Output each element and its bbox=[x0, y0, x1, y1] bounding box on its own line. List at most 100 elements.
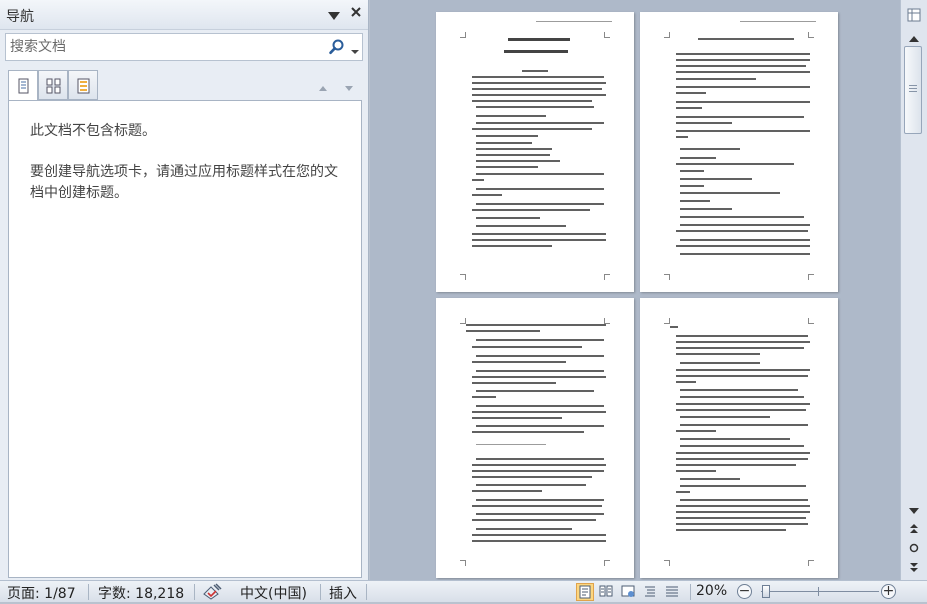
text-line bbox=[476, 484, 586, 486]
triangle-down-icon bbox=[328, 12, 340, 20]
text-line bbox=[676, 86, 810, 88]
grip-line bbox=[909, 91, 917, 92]
formula-line bbox=[476, 444, 546, 445]
text-line bbox=[680, 216, 804, 218]
text-line bbox=[676, 517, 806, 519]
section-heading-line bbox=[698, 38, 794, 40]
text-line bbox=[476, 225, 566, 227]
pane-options-button[interactable] bbox=[326, 8, 342, 22]
zoom-slider-thumb[interactable] bbox=[762, 585, 770, 598]
search-box bbox=[5, 33, 363, 61]
text-line bbox=[472, 476, 592, 478]
document-page[interactable] bbox=[640, 12, 838, 292]
text-line bbox=[472, 382, 556, 384]
web-layout-view-button[interactable] bbox=[620, 583, 638, 601]
text-line bbox=[472, 470, 604, 472]
grip-line bbox=[909, 85, 917, 86]
section-heading-line bbox=[522, 70, 548, 72]
text-line bbox=[676, 452, 810, 454]
zoom-level-button[interactable]: 20% bbox=[696, 583, 727, 599]
text-line bbox=[676, 458, 808, 460]
text-line bbox=[476, 203, 604, 205]
crop-mark bbox=[664, 560, 670, 566]
scroll-down-button[interactable] bbox=[905, 502, 923, 520]
view-ruler-button[interactable] bbox=[905, 6, 923, 24]
vertical-scrollbar[interactable] bbox=[900, 0, 927, 580]
tab-browse-headings[interactable] bbox=[8, 70, 38, 101]
text-line bbox=[680, 438, 790, 440]
print-layout-icon bbox=[579, 585, 591, 599]
page-number-indicator[interactable]: 页面: 1/87 bbox=[7, 583, 76, 603]
text-line bbox=[476, 166, 538, 168]
crop-mark bbox=[460, 274, 466, 280]
crop-mark bbox=[604, 32, 610, 38]
text-line bbox=[472, 194, 502, 196]
zoom-out-button[interactable]: − bbox=[737, 584, 752, 599]
text-line bbox=[676, 163, 794, 165]
status-divider bbox=[366, 584, 367, 600]
document-headings-icon bbox=[18, 78, 29, 94]
text-line bbox=[680, 185, 704, 187]
navigation-results-panel: 此文档不包含标题。 要创建导航选项卡，请通过应用标题样式在您的文档中创建标题。 bbox=[8, 100, 362, 578]
crop-mark bbox=[808, 274, 814, 280]
triangle-down-icon bbox=[909, 508, 919, 514]
text-line bbox=[476, 528, 572, 530]
full-screen-reading-view-button[interactable] bbox=[598, 583, 616, 601]
crop-mark bbox=[460, 32, 466, 38]
text-line bbox=[472, 88, 602, 90]
text-line bbox=[476, 425, 604, 427]
text-line bbox=[466, 324, 606, 326]
select-browse-object-button[interactable] bbox=[905, 540, 923, 558]
zoom-in-button[interactable]: + bbox=[881, 584, 896, 599]
grip-line bbox=[909, 88, 917, 89]
next-result-button[interactable] bbox=[344, 78, 354, 91]
text-line bbox=[476, 148, 552, 150]
next-page-button[interactable] bbox=[905, 560, 923, 578]
document-page[interactable] bbox=[436, 12, 634, 292]
search-document-input[interactable] bbox=[10, 36, 310, 58]
language-indicator[interactable]: 中文(中国) bbox=[240, 583, 307, 603]
triangle-down-icon bbox=[345, 86, 353, 91]
zoom-slider-track[interactable] bbox=[761, 591, 879, 592]
text-line bbox=[676, 341, 810, 343]
text-line bbox=[676, 381, 696, 383]
text-line bbox=[676, 130, 810, 132]
text-line bbox=[680, 148, 740, 150]
text-line bbox=[472, 346, 582, 348]
status-divider bbox=[320, 584, 321, 600]
scroll-thumb[interactable] bbox=[904, 46, 922, 134]
document-page[interactable] bbox=[436, 298, 634, 578]
text-line bbox=[676, 59, 810, 61]
text-line bbox=[676, 470, 716, 472]
crop-mark bbox=[664, 274, 670, 280]
document-page[interactable] bbox=[640, 298, 838, 578]
text-line bbox=[680, 485, 806, 487]
navigation-pane-header: 导航 bbox=[0, 0, 368, 30]
insert-mode-indicator[interactable]: 插入 bbox=[329, 583, 357, 603]
text-line bbox=[676, 511, 810, 513]
text-line bbox=[472, 239, 606, 241]
text-line bbox=[676, 353, 760, 355]
tab-browse-pages[interactable] bbox=[38, 70, 68, 100]
text-line bbox=[676, 409, 806, 411]
close-pane-button[interactable] bbox=[348, 5, 364, 23]
text-line bbox=[680, 178, 752, 180]
previous-page-button[interactable] bbox=[905, 520, 923, 538]
proofing-status-button[interactable] bbox=[202, 582, 224, 604]
word-count-indicator[interactable]: 字数: 18,218 bbox=[98, 583, 184, 603]
text-line bbox=[476, 115, 546, 117]
text-line bbox=[472, 417, 562, 419]
search-button[interactable] bbox=[328, 38, 346, 56]
tab-browse-results[interactable] bbox=[68, 70, 98, 100]
print-layout-view-button[interactable] bbox=[576, 583, 594, 601]
text-line bbox=[676, 491, 690, 493]
text-line bbox=[680, 499, 808, 501]
previous-result-button[interactable] bbox=[318, 78, 328, 91]
proofing-book-icon bbox=[203, 583, 222, 600]
draft-view-button[interactable] bbox=[664, 583, 682, 601]
ruler-icon bbox=[907, 8, 921, 22]
outline-view-button[interactable] bbox=[642, 583, 660, 601]
search-options-button[interactable] bbox=[350, 42, 360, 54]
text-line bbox=[676, 529, 786, 531]
open-book-icon bbox=[599, 585, 613, 597]
